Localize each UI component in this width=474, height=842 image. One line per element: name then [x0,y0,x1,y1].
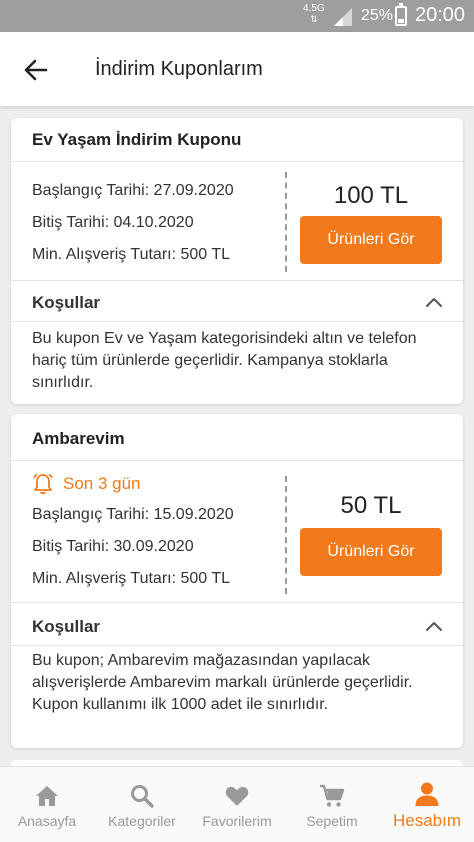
conditions-title: Koşullar [32,617,101,636]
nav-item-favorites[interactable]: Favorilerim [190,767,284,842]
nav-item-categories[interactable]: Kategoriler [94,767,190,842]
nav-item-home[interactable]: Anasayfa [0,767,94,842]
divider [11,460,463,461]
nav-item-cart[interactable]: Sepetim [284,767,380,842]
battery-percent: 25% [361,7,394,24]
data-arrows-icon: ⇅ [310,14,318,24]
divider [11,161,463,162]
chevron-up-icon[interactable] [423,616,445,638]
home-icon [36,786,58,806]
battery-icon [395,3,407,26]
coupon-amount: 100 TL [333,182,409,209]
chevron-up-icon[interactable] [423,292,445,314]
coupon-amount: 50 TL [340,492,402,519]
coupon-card: Ambarevim Son 3 gün Başlangıç Tarihi: 15… [11,414,463,748]
app-bar: İndirim Kuponlarım [0,32,474,106]
network-indicator: 4.5G ⇅ [303,3,325,25]
coupon-min-amount: Min. Alışveriş Tutarı: 500 TL [32,246,231,263]
coupon-start-date: Başlangıç Tarihi: 15.09.2020 [32,506,234,523]
nav-label: Anasayfa [17,813,77,829]
divider [11,280,463,281]
page-title: İndirim Kuponlarım [95,58,263,80]
conditions-title: Koşullar [32,293,101,312]
coupon-end-date: Bitiş Tarihi: 04.10.2020 [32,214,194,231]
dashed-separator [285,476,287,594]
status-bar: 4.5G ⇅ 25% 20:00 [0,0,474,32]
nav-label: Sepetim [306,813,358,829]
urgency-text: Son 3 gün [63,474,141,493]
view-products-button[interactable]: Ürünleri Gör [300,216,442,264]
conditions-text: Bu kupon Ev ve Yaşam kategorisindeki alt… [32,330,417,391]
heart-icon [225,786,249,806]
coupon-min-amount: Min. Alışveriş Tutarı: 500 TL [32,570,231,587]
nav-item-account[interactable]: Hesabım [380,767,474,842]
divider [11,602,463,603]
nav-label: Hesabım [392,811,462,830]
bell-icon [33,473,53,495]
signal-icon [334,8,352,26]
view-products-button[interactable]: Ürünleri Gör [300,528,442,576]
coupon-title: Ev Yaşam İndirim Kuponu [32,130,242,149]
divider [11,321,463,322]
nav-label: Favorilerim [202,813,272,829]
coupon-title: Ambarevim [32,429,125,448]
bottom-nav: Anasayfa Kategoriler Favorilerim Sepetim… [0,766,474,842]
dashed-separator [285,172,287,272]
coupon-end-date: Bitiş Tarihi: 30.09.2020 [32,538,194,555]
cart-icon [320,784,345,807]
clock: 20:00 [415,4,466,26]
conditions-text: Bu kupon; Ambarevim mağazasından yapılac… [32,652,413,713]
coupon-card: Ev Yaşam İndirim Kuponu Başlangıç Tarihi… [11,118,463,404]
nav-label: Kategoriler [108,813,176,829]
divider [11,645,463,646]
search-icon [131,785,154,808]
arrow-left-icon[interactable] [20,54,52,86]
user-icon [415,782,439,806]
urgency-notice: Son 3 gün [32,473,232,497]
coupon-start-date: Başlangıç Tarihi: 27.09.2020 [32,182,234,199]
network-type: 4.5G [303,3,325,14]
